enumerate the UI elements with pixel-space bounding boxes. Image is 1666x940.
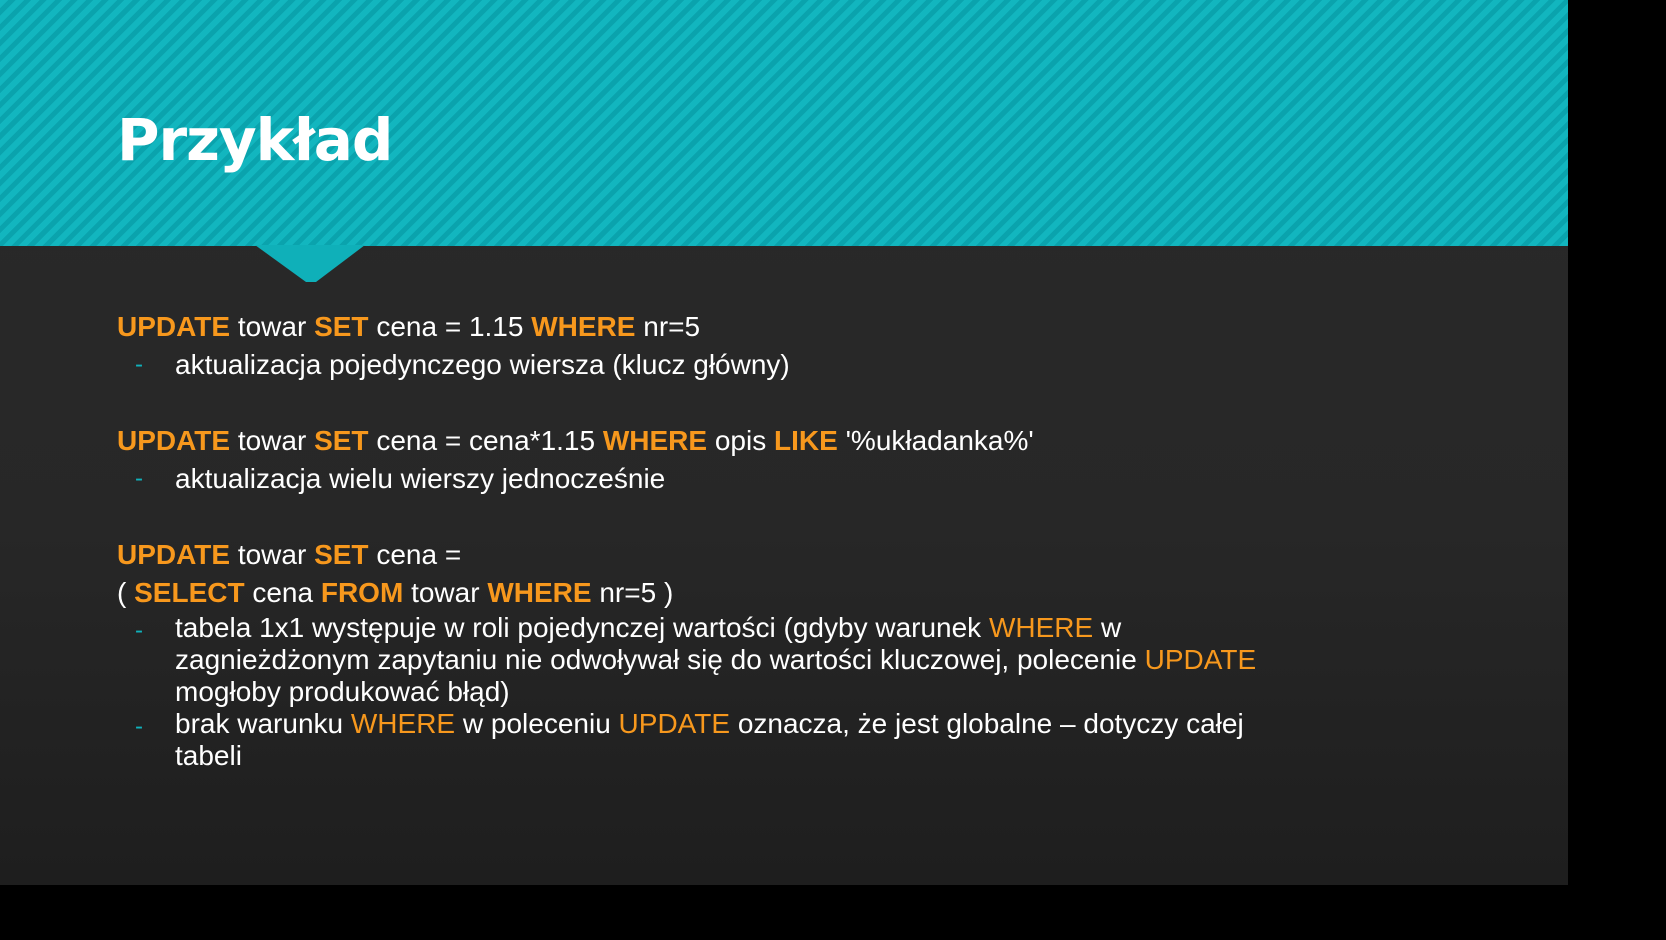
text-fragment: tabeli <box>175 740 242 771</box>
bullet-item: - aktualizacja wielu wierszy jednocześnie <box>117 460 1517 498</box>
sql-keyword: WHERE <box>602 425 708 456</box>
text-fragment: aktualizacja pojedynczego wiersza (klucz… <box>175 349 790 380</box>
bullet-list: - tabela 1x1 występuje w roli pojedynczej… <box>117 612 1517 772</box>
text-fragment: aktualizacja wielu wierszy jednocześnie <box>175 463 666 494</box>
bullet-dash-icon: - <box>135 713 143 740</box>
sql-text: cena = 1.15 <box>368 311 532 342</box>
text-fragment: oznacza, że jest globalne – dotyczy całe… <box>730 708 1244 739</box>
sql-text: '%układanka%' <box>837 425 1034 456</box>
sql-keyword: UPDATE <box>117 425 231 456</box>
sql-keyword: UPDATE <box>117 539 231 570</box>
sql-text: opis <box>707 425 775 456</box>
example-block: UPDATE towar SET cena = cena*1.15 WHERE … <box>117 422 1517 498</box>
sql-text: cena <box>244 577 321 608</box>
text-fragment: w poleceniu <box>455 708 619 739</box>
bullet-text-line: tabela 1x1 występuje w roli pojedynczej … <box>175 612 1517 644</box>
sql-keyword: SET <box>314 425 369 456</box>
bullet-list: - aktualizacja wielu wierszy jednocześnie <box>117 460 1517 498</box>
sql-keyword: SET <box>314 311 369 342</box>
sql-statement-line: UPDATE towar SET cena = <box>117 536 1517 574</box>
highlighted-keyword: WHERE <box>988 612 1094 643</box>
text-fragment: brak warunku <box>175 708 351 739</box>
bullet-list: - aktualizacja pojedynczego wiersza (kluc… <box>117 346 1517 384</box>
text-fragment: tabela 1x1 występuje w roli pojedynczej … <box>175 612 989 643</box>
example-block: UPDATE towar SET cena =( SELECT cena FRO… <box>117 536 1517 772</box>
slide-content: UPDATE towar SET cena = 1.15 WHERE nr=5-… <box>117 308 1517 772</box>
sql-keyword: WHERE <box>487 577 592 608</box>
sql-text: towar <box>230 311 315 342</box>
bullet-text-line: zagnieżdżonym zapytaniu nie odwoływał si… <box>175 644 1517 676</box>
sql-keyword: SET <box>314 539 369 570</box>
text-fragment: zagnieżdżonym zapytaniu nie odwoływał si… <box>175 644 1145 675</box>
sql-keyword: LIKE <box>774 425 838 456</box>
sql-keyword: WHERE <box>531 311 636 342</box>
sql-text: ( <box>117 577 135 608</box>
sql-text: nr=5 ) <box>591 577 674 608</box>
bullet-item: - brak warunku WHERE w poleceniu UPDATE o… <box>117 708 1517 772</box>
sql-statement-line: UPDATE towar SET cena = cena*1.15 WHERE … <box>117 422 1517 460</box>
example-block: UPDATE towar SET cena = 1.15 WHERE nr=5-… <box>117 308 1517 384</box>
sql-text: cena = <box>368 539 462 570</box>
sql-keyword: UPDATE <box>117 311 231 342</box>
sql-text: towar <box>230 425 315 456</box>
highlighted-keyword: UPDATE <box>1144 644 1257 675</box>
sql-text: towar <box>403 577 488 608</box>
sql-text: cena = cena*1.15 <box>368 425 603 456</box>
bullet-text-line: mogłoby produkować błąd) <box>175 676 1517 708</box>
bullet-item: - aktualizacja pojedynczego wiersza (kluc… <box>117 346 1517 384</box>
highlighted-keyword: UPDATE <box>618 708 731 739</box>
slide: Przykład UPDATE towar SET cena = 1.15 WH… <box>0 0 1568 885</box>
bullet-dash-icon: - <box>135 465 143 492</box>
banner-pointer-triangle <box>255 245 365 282</box>
bullet-text-line: aktualizacja pojedynczego wiersza (klucz… <box>175 346 1517 384</box>
sql-text: towar <box>230 539 315 570</box>
bullet-text-line: aktualizacja wielu wierszy jednocześnie <box>175 460 1517 498</box>
sql-keyword: FROM <box>320 577 404 608</box>
bullet-text-line: tabeli <box>175 740 1517 772</box>
sql-keyword: SELECT <box>134 577 245 608</box>
bullet-dash-icon: - <box>135 617 143 644</box>
bullet-item: - tabela 1x1 występuje w roli pojedynczej… <box>117 612 1517 708</box>
text-fragment: mogłoby produkować błąd) <box>175 676 510 707</box>
sql-text: nr=5 <box>635 311 701 342</box>
bullet-dash-icon: - <box>135 351 143 378</box>
highlighted-keyword: WHERE <box>350 708 456 739</box>
sql-statement-line: ( SELECT cena FROM towar WHERE nr=5 ) <box>117 574 1517 612</box>
sql-statement-line: UPDATE towar SET cena = 1.15 WHERE nr=5 <box>117 308 1517 346</box>
slide-title: Przykład <box>117 106 393 174</box>
bullet-text-line: brak warunku WHERE w poleceniu UPDATE oz… <box>175 708 1517 740</box>
text-fragment: w <box>1093 612 1122 643</box>
